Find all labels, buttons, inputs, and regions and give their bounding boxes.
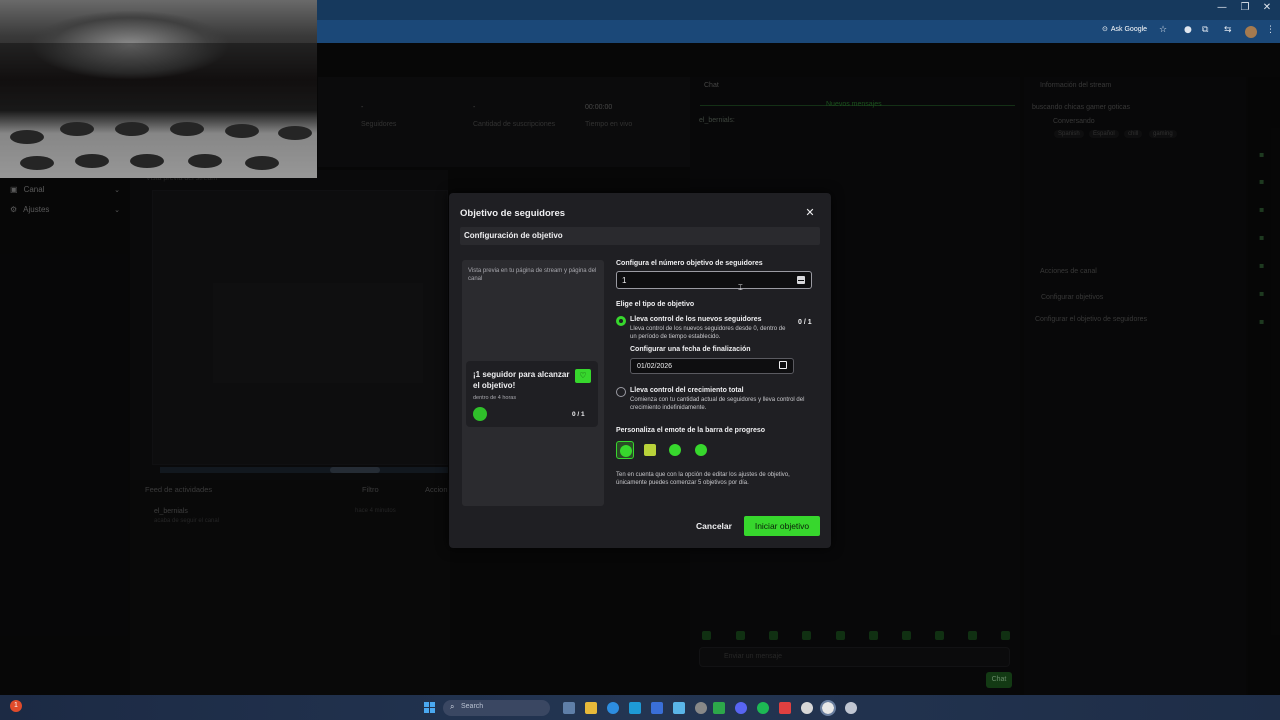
radio-total-growth[interactable] bbox=[616, 387, 626, 397]
emote-label: Personaliza el emote de la barra de prog… bbox=[616, 427, 765, 434]
app-icon[interactable] bbox=[695, 702, 707, 714]
goal-count: 0 / 1 bbox=[572, 411, 585, 418]
discord-icon[interactable] bbox=[735, 702, 747, 714]
app-icon[interactable] bbox=[651, 702, 663, 714]
goal-emote-icon bbox=[473, 407, 487, 421]
search-icon: ⌕ bbox=[450, 702, 455, 711]
window-close-button[interactable]: ✕ bbox=[1257, 2, 1277, 13]
goal-headline: ¡1 seguidor para alcanzar el objetivo! bbox=[473, 370, 570, 390]
option-total-title[interactable]: Lleva control del crecimiento total bbox=[630, 387, 744, 394]
text-cursor-icon: ⌶ bbox=[738, 283, 743, 292]
target-followers-input[interactable] bbox=[616, 271, 812, 289]
minimize-button[interactable]: — bbox=[1212, 2, 1232, 13]
app-icon[interactable] bbox=[673, 702, 685, 714]
section-title: Configuración de objetivo bbox=[464, 231, 563, 240]
extension-icon[interactable]: ● bbox=[1184, 25, 1192, 35]
star-icon[interactable]: ☆ bbox=[1159, 25, 1167, 35]
cast-icon[interactable]: ⇆ bbox=[1224, 25, 1232, 35]
preview-description: Vista previa en tu página de stream y pá… bbox=[468, 268, 597, 282]
target-label: Configura el número objetivo de seguidor… bbox=[616, 260, 763, 267]
spotify-icon[interactable] bbox=[757, 702, 769, 714]
settings-icon[interactable] bbox=[845, 702, 857, 714]
app-icon[interactable] bbox=[801, 702, 813, 714]
cancel-button[interactable]: Cancelar bbox=[690, 516, 738, 536]
end-date-label: Configurar una fecha de finalización bbox=[630, 346, 751, 353]
store-icon[interactable] bbox=[629, 702, 641, 714]
windows-start-icon[interactable] bbox=[424, 702, 435, 713]
profile-avatar[interactable] bbox=[1245, 26, 1257, 38]
goal-limit-note: Ten en cuenta que con la opción de edita… bbox=[616, 472, 790, 486]
chrome-icon[interactable] bbox=[820, 700, 836, 716]
end-date-input[interactable]: 01/02/2026 bbox=[630, 358, 794, 374]
start-goal-button[interactable]: Iniciar objetivo bbox=[744, 516, 820, 536]
xbox-icon[interactable] bbox=[713, 702, 725, 714]
taskbar-search-placeholder: Search bbox=[461, 703, 484, 710]
option-total-description: Comienza con tu cantidad actual de segui… bbox=[630, 397, 805, 411]
emote-option-1[interactable] bbox=[616, 441, 634, 459]
edge-icon[interactable] bbox=[607, 702, 619, 714]
menu-dots-icon[interactable]: ⋮ bbox=[1266, 25, 1275, 35]
puzzle-icon[interactable]: ⧉ bbox=[1202, 25, 1208, 35]
section-header: Configuración de objetivo bbox=[460, 227, 820, 245]
heart-icon: ♡ bbox=[575, 369, 591, 383]
emote-option-2[interactable] bbox=[641, 441, 659, 459]
file-explorer-icon[interactable] bbox=[585, 702, 597, 714]
ask-google-label: Ask Google bbox=[1110, 25, 1148, 33]
emote-option-3[interactable] bbox=[666, 441, 684, 459]
option-new-description: Lleva control de los nuevos seguidores d… bbox=[630, 326, 786, 340]
goal-time-remaining: dentro de 4 horas bbox=[473, 395, 517, 401]
stepper-icon[interactable] bbox=[797, 276, 805, 284]
notification-badge[interactable]: 1 bbox=[10, 700, 22, 712]
calendar-icon[interactable] bbox=[779, 361, 787, 369]
option-new-count: 0 / 1 bbox=[798, 319, 812, 326]
modal-title: Objetivo de seguidores bbox=[460, 208, 566, 219]
emote-option-4[interactable] bbox=[692, 441, 710, 459]
restore-button[interactable]: ❐ bbox=[1235, 2, 1255, 13]
option-new-title[interactable]: Lleva control de los nuevos seguidores bbox=[630, 316, 761, 323]
taskview-icon[interactable] bbox=[563, 702, 575, 714]
lens-icon: ⊙ bbox=[1102, 26, 1108, 33]
goal-type-label: Elige el tipo de objetivo bbox=[616, 301, 695, 308]
ask-google-button[interactable]: ⊙ Ask Google bbox=[1102, 25, 1148, 34]
end-date-value: 01/02/2026 bbox=[637, 363, 673, 370]
radio-new-followers[interactable] bbox=[616, 316, 626, 326]
app-icon[interactable] bbox=[779, 702, 791, 714]
close-icon[interactable]: ✕ bbox=[804, 206, 816, 219]
taskbar-search[interactable]: Search bbox=[443, 700, 550, 716]
